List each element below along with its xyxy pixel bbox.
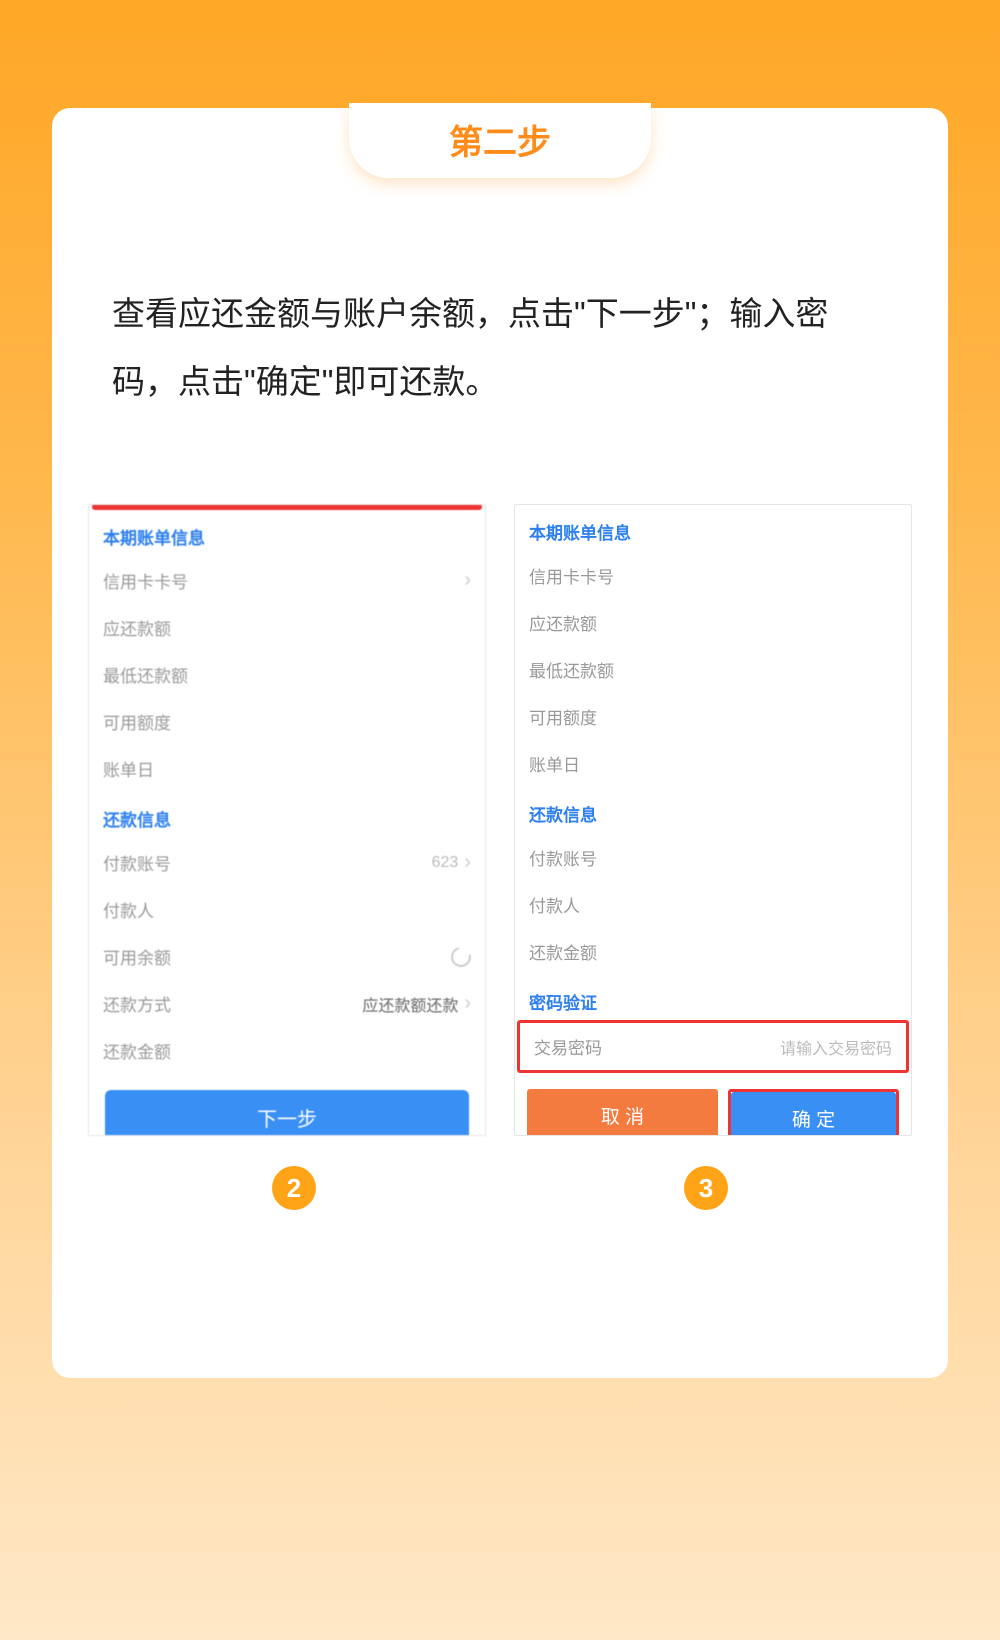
password-highlight: 交易密码 请输入交易密码: [517, 1020, 909, 1073]
label-available-balance: 可用余额: [103, 944, 171, 969]
chevron-right-icon: ›: [464, 569, 471, 592]
row-card-number: 信用卡卡号: [515, 552, 911, 599]
phone-screenshot-3: 本期账单信息 信用卡卡号 应还款额 最低还款额 可用额度 账单日 还款信息 付款…: [514, 504, 912, 1136]
chevron-right-icon: ›: [464, 851, 471, 874]
section-repay-info: 还款信息: [89, 792, 485, 839]
section-bill-info: 本期账单信息: [515, 505, 911, 552]
section-repay-info: 还款信息: [515, 787, 911, 834]
step-title-tab: 第二步: [349, 103, 651, 178]
row-pay-account[interactable]: 付款账号 623 ›: [89, 839, 485, 886]
row-password[interactable]: 交易密码 请输入交易密码: [520, 1023, 906, 1070]
label-repay-amount: 还款金额: [103, 1038, 171, 1063]
row-bill-date: 账单日: [515, 740, 911, 787]
row-repay-amount: 还款金额: [515, 928, 911, 975]
label-pay-account: 付款账号: [103, 850, 171, 875]
value-pay-account: 623: [432, 854, 459, 872]
label-credit-limit: 可用额度: [103, 709, 171, 734]
label-min-due: 最低还款额: [529, 657, 614, 682]
value-repay-method: 应还款额还款: [362, 992, 458, 1016]
label-repay-amount: 还款金额: [529, 939, 597, 964]
confirm-highlight: 确 定: [728, 1089, 899, 1136]
section-password-verify: 密码验证: [515, 975, 911, 1022]
label-bill-date: 账单日: [103, 756, 154, 781]
row-credit-limit: 可用额度: [515, 693, 911, 740]
phone-screenshot-2: 为本人信用卡还款 为他人信用卡还款 本期账单信息 信用卡卡号 › 应还款额 最低…: [88, 504, 486, 1136]
row-bill-date: 账单日: [89, 745, 485, 792]
row-min-due: 最低还款额: [515, 646, 911, 693]
row-repay-amount: 还款金额: [89, 1027, 485, 1074]
row-credit-limit: 可用额度: [89, 698, 485, 745]
button-row: 取 消 确 定: [515, 1073, 911, 1136]
section-bill-info: 本期账单信息: [89, 510, 485, 557]
label-repay-method: 还款方式: [103, 991, 171, 1016]
badge-3: 3: [684, 1166, 728, 1210]
refresh-icon[interactable]: [447, 943, 474, 970]
row-available-balance: 可用余额: [89, 933, 485, 980]
chevron-right-icon: ›: [464, 992, 471, 1015]
password-placeholder: 请输入交易密码: [780, 1035, 892, 1059]
button-row: 下一步: [89, 1074, 485, 1136]
label-payer: 付款人: [529, 892, 580, 917]
cancel-button[interactable]: 取 消: [527, 1089, 718, 1136]
label-due-amount: 应还款额: [529, 610, 597, 635]
label-password: 交易密码: [534, 1034, 602, 1059]
confirm-button[interactable]: 确 定: [731, 1092, 896, 1136]
row-due-amount: 应还款额: [89, 604, 485, 651]
label-credit-limit: 可用额度: [529, 704, 597, 729]
row-pay-account: 付款账号: [515, 834, 911, 881]
next-button[interactable]: 下一步: [105, 1090, 469, 1136]
label-card-number: 信用卡卡号: [529, 563, 614, 588]
step-badges: 2 3: [52, 1136, 948, 1210]
row-min-due: 最低还款额: [89, 651, 485, 698]
row-card-number[interactable]: 信用卡卡号 ›: [89, 557, 485, 604]
row-payer: 付款人: [89, 886, 485, 933]
label-due-amount: 应还款额: [103, 615, 171, 640]
label-bill-date: 账单日: [529, 751, 580, 776]
row-due-amount: 应还款额: [515, 599, 911, 646]
screenshots-row: 为本人信用卡还款 为他人信用卡还款 本期账单信息 信用卡卡号 › 应还款额 最低…: [52, 416, 948, 1136]
label-pay-account: 付款账号: [529, 845, 597, 870]
step-card: 第二步 查看应还金额与账户余额，点击"下一步"；输入密码，点击"确定"即可还款。…: [52, 108, 948, 1378]
label-payer: 付款人: [103, 897, 154, 922]
badge-2: 2: [272, 1166, 316, 1210]
row-repay-method[interactable]: 还款方式 应还款额还款 ›: [89, 980, 485, 1027]
label-min-due: 最低还款额: [103, 662, 188, 687]
label-card-number: 信用卡卡号: [103, 568, 188, 593]
row-payer: 付款人: [515, 881, 911, 928]
